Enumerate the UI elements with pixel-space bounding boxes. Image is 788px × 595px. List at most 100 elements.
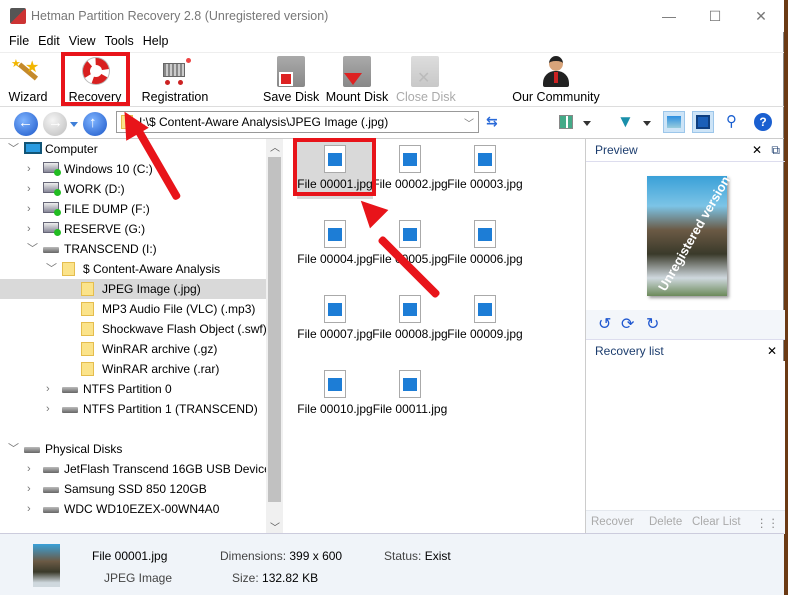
flip-icon[interactable]: ⟳: [621, 314, 634, 334]
history-dropdown-icon[interactable]: [70, 122, 78, 127]
tree-item[interactable]: ﹀ Computer: [0, 139, 266, 159]
file-name: File 00009.jpg: [447, 327, 523, 341]
tree-item[interactable]: ﹀ Physical Disks: [0, 439, 266, 459]
file-item[interactable]: File 00011.jpg: [372, 366, 448, 424]
close-recovery-list-icon[interactable]: ✕: [767, 340, 777, 362]
tree-item[interactable]: ﹀ TRANSCEND (I:): [0, 239, 266, 259]
file-item[interactable]: File 00004.jpg: [297, 216, 373, 274]
address-bar[interactable]: I:\$ Content-Aware Analysis\JPEG Image (…: [116, 111, 479, 133]
file-item[interactable]: File 00009.jpg: [447, 291, 523, 349]
delete-button[interactable]: Delete: [649, 516, 682, 528]
view-mode-icon[interactable]: [559, 115, 573, 129]
chevron-right-icon[interactable]: ›: [27, 179, 37, 199]
clear-list-button[interactable]: Clear List: [692, 516, 741, 528]
tree-item-label: TRANSCEND (I:): [64, 242, 157, 256]
view-mode-dropdown-icon[interactable]: [583, 121, 591, 126]
file-item[interactable]: File 00007.jpg: [297, 291, 373, 349]
maximize-button[interactable]: ☐: [692, 0, 738, 32]
chevron-down-icon[interactable]: ﹀: [8, 439, 19, 459]
tree-item[interactable]: › RESERVE (G:): [0, 219, 266, 239]
close-disk-button[interactable]: ✕ Close Disk: [396, 55, 456, 105]
file-item[interactable]: File 00002.jpg: [372, 141, 448, 199]
image-file-icon: [324, 370, 346, 398]
scroll-down-icon[interactable]: ﹀: [270, 519, 280, 534]
menu-tools[interactable]: Tools: [101, 32, 139, 48]
menu-file[interactable]: File: [0, 32, 34, 48]
shopping-cart-icon: [158, 55, 192, 89]
list-options-icon[interactable]: ⋮⋮: [756, 516, 779, 530]
tree-item[interactable]: JPEG Image (.jpg): [0, 279, 266, 299]
chevron-right-icon[interactable]: ›: [27, 199, 37, 219]
mount-disk-button[interactable]: Mount Disk: [324, 55, 390, 105]
back-button[interactable]: ←: [14, 112, 38, 136]
tree-item[interactable]: WinRAR archive (.gz): [0, 339, 266, 359]
tree-item[interactable]: MP3 Audio File (VLC) (.mp3): [0, 299, 266, 319]
tree-item[interactable]: › NTFS Partition 1 (TRANSCEND): [0, 399, 266, 419]
chevron-right-icon[interactable]: ›: [27, 459, 37, 479]
chevron-down-icon[interactable]: ﹀: [8, 139, 19, 159]
save-disk-button[interactable]: Save Disk: [263, 55, 319, 105]
close-preview-icon[interactable]: ✕: [752, 139, 762, 161]
chevron-right-icon[interactable]: ›: [46, 399, 56, 419]
up-button[interactable]: ↑: [83, 112, 107, 136]
tree-item[interactable]: › WORK (D:): [0, 179, 266, 199]
community-user-icon: [539, 55, 573, 89]
chevron-right-icon[interactable]: ›: [27, 479, 37, 499]
recovery-list-toggle-icon[interactable]: [692, 111, 714, 133]
tree-item[interactable]: › FILE DUMP (F:): [0, 199, 266, 219]
our-community-button[interactable]: Our Community: [509, 55, 603, 105]
chevron-down-icon[interactable]: ﹀: [27, 239, 38, 259]
tree-item[interactable]: › Samsung SSD 850 120GB: [0, 479, 266, 499]
help-icon[interactable]: ?: [754, 113, 772, 131]
tree-item[interactable]: ﹀ $ Content-Aware Analysis: [0, 259, 266, 279]
tree-scrollbar[interactable]: ︿ ﹀: [266, 139, 283, 534]
tree-item[interactable]: WinRAR archive (.rar): [0, 359, 266, 379]
scroll-up-icon[interactable]: ︿: [270, 139, 280, 154]
chevron-right-icon[interactable]: ›: [27, 159, 37, 179]
rotate-left-icon[interactable]: ↺: [598, 314, 611, 334]
tree-item-label: WORK (D:): [64, 182, 125, 196]
file-item[interactable]: File 00008.jpg: [372, 291, 448, 349]
menu-edit[interactable]: Edit: [34, 32, 65, 48]
tree-item-label: RESERVE (G:): [64, 222, 146, 236]
scrollbar-thumb[interactable]: [268, 157, 281, 502]
menu-view[interactable]: View: [65, 32, 101, 48]
chevron-down-icon[interactable]: ﹀: [464, 115, 474, 130]
image-file-icon: [324, 220, 346, 248]
restore-icon[interactable]: ⧉: [771, 139, 780, 161]
chevron-right-icon[interactable]: ›: [46, 379, 56, 399]
hard-drive-icon: [62, 407, 78, 413]
registration-button[interactable]: Registration: [138, 55, 212, 105]
tree-item-label: FILE DUMP (F:): [64, 202, 150, 216]
tree-item[interactable]: › JetFlash Transcend 16GB USB Device: [0, 459, 271, 479]
tree-item[interactable]: › WDC WD10EZEX-00WN4A0: [0, 499, 266, 519]
close-button[interactable]: ✕: [738, 0, 784, 32]
forward-button[interactable]: →: [43, 112, 67, 136]
recover-button[interactable]: Recover: [591, 516, 634, 528]
file-item[interactable]: File 00006.jpg: [447, 216, 523, 274]
file-item[interactable]: File 00003.jpg: [447, 141, 523, 199]
status-filename: File 00001.jpg: [92, 549, 168, 563]
app-logo-icon: [10, 8, 26, 24]
preview-toggle-icon[interactable]: [663, 111, 685, 133]
rotate-right-icon[interactable]: ↻: [646, 314, 659, 334]
refresh-icon[interactable]: ⇆: [486, 113, 498, 130]
tree-item[interactable]: Shockwave Flash Object (.swf): [0, 319, 267, 339]
menu-help[interactable]: Help: [139, 32, 174, 48]
minimize-button[interactable]: —: [646, 0, 692, 32]
search-icon[interactable]: ⚲: [726, 112, 737, 130]
drive-icon: [43, 202, 61, 216]
file-item[interactable]: File 00010.jpg: [297, 366, 373, 424]
chevron-down-icon[interactable]: ﹀: [46, 259, 57, 279]
right-panel: Preview ⧉ ✕ Unregistered version ↺ ⟳ ↻ R…: [585, 138, 785, 534]
menu-bar: File Edit View Tools Help: [0, 32, 784, 52]
wizard-button[interactable]: ★ ★ Wizard: [6, 55, 50, 105]
tree-item[interactable]: › Windows 10 (C:): [0, 159, 266, 179]
filter-dropdown-icon[interactable]: [643, 121, 651, 126]
tree-item-label: WDC WD10EZEX-00WN4A0: [64, 502, 220, 516]
filter-icon[interactable]: ▼: [617, 112, 634, 132]
tree-item[interactable]: › NTFS Partition 0: [0, 379, 266, 399]
status-label: Status:: [384, 549, 422, 563]
chevron-right-icon[interactable]: ›: [27, 499, 37, 519]
chevron-right-icon[interactable]: ›: [27, 219, 37, 239]
